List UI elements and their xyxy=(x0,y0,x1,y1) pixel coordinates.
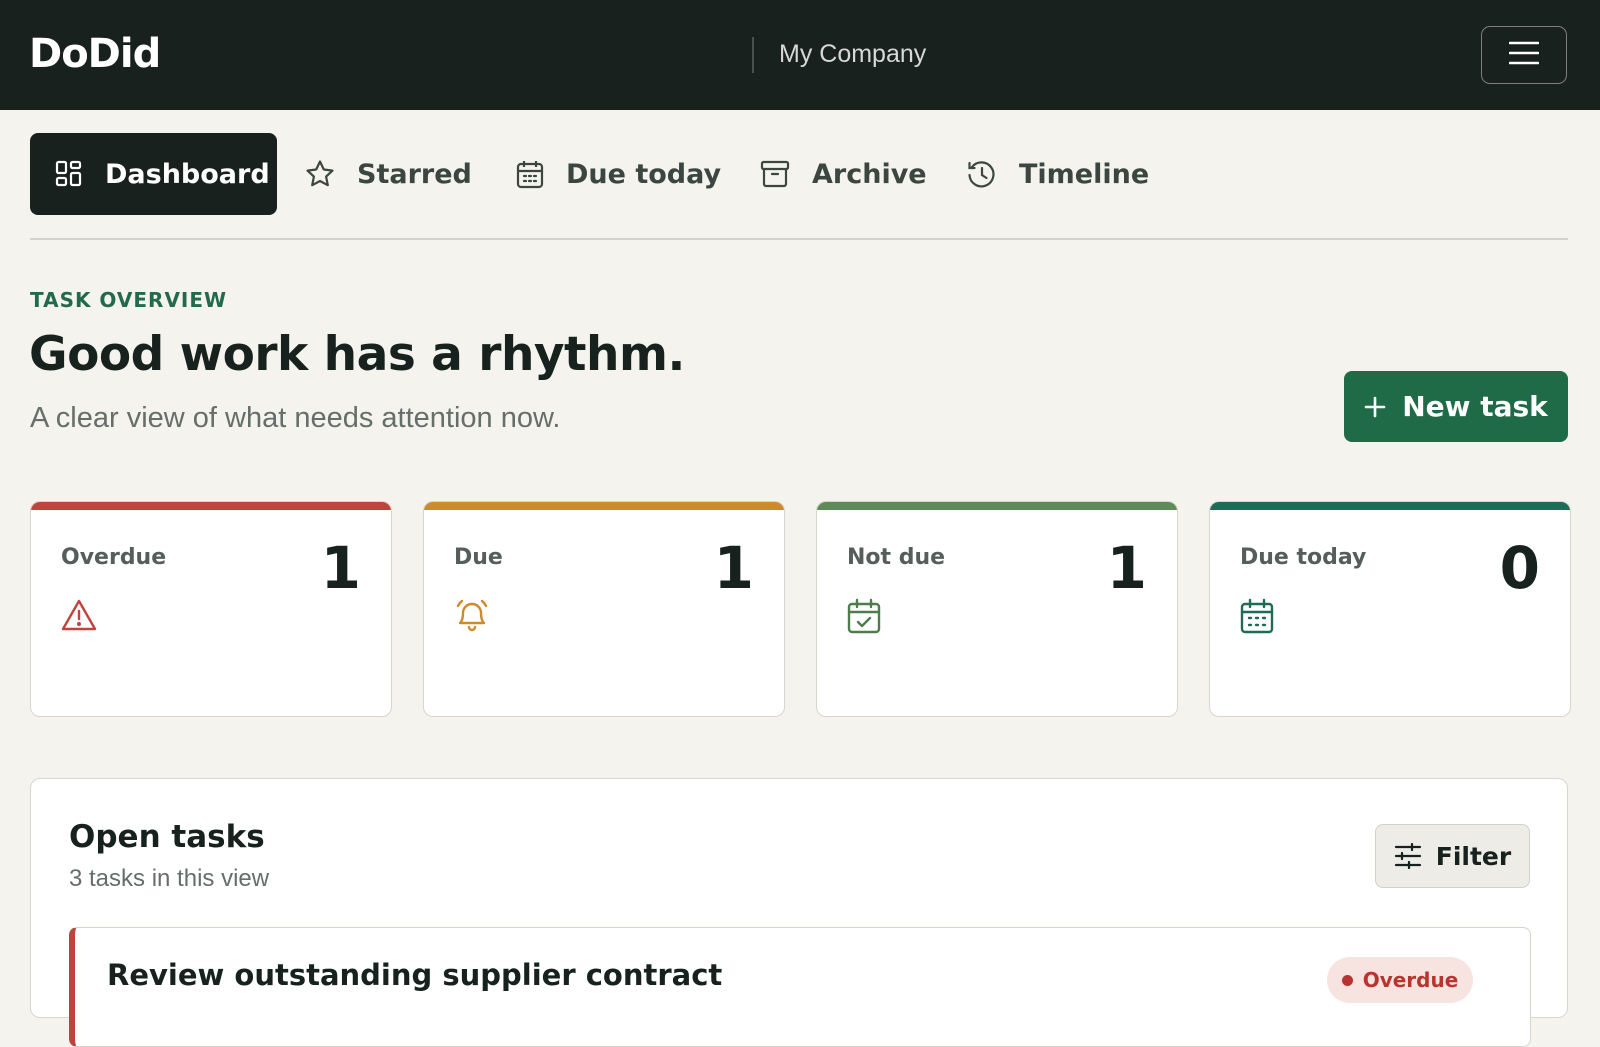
archive-icon xyxy=(760,160,790,188)
tab-divider xyxy=(30,238,1568,240)
tab-timeline[interactable]: Timeline xyxy=(967,133,1149,215)
tab-due-today[interactable]: Due today xyxy=(516,133,721,215)
brand-logo[interactable]: DoDid xyxy=(29,30,161,78)
task-row[interactable]: Review outstanding supplier contract Ove… xyxy=(69,927,1531,1047)
card-accent xyxy=(424,502,784,510)
plus-icon xyxy=(1364,396,1386,418)
tab-label: Archive xyxy=(812,158,927,190)
tab-label: Dashboard xyxy=(105,158,270,190)
tab-archive[interactable]: Archive xyxy=(760,133,927,215)
tab-label: Due today xyxy=(566,158,722,190)
top-bar: DoDid My Company xyxy=(0,0,1600,110)
calendar-icon xyxy=(516,159,544,189)
card-accent xyxy=(31,502,391,510)
stat-card-due-today[interactable]: Due today 0 xyxy=(1209,501,1571,717)
stat-card-due[interactable]: Due 1 xyxy=(423,501,785,717)
menu-button[interactable] xyxy=(1481,26,1567,84)
new-task-label: New task xyxy=(1402,390,1548,423)
stat-label: Overdue xyxy=(61,545,167,570)
panel-subtitle: 3 tasks in this view xyxy=(69,865,270,892)
calendar-check-icon xyxy=(847,598,881,638)
stat-value: 0 xyxy=(1499,534,1540,602)
stat-label: Due xyxy=(454,545,503,570)
grid-icon xyxy=(55,160,83,188)
company-name[interactable]: My Company xyxy=(779,39,926,69)
header-divider xyxy=(752,37,754,73)
stat-label: Not due xyxy=(847,545,946,570)
open-tasks-panel: Open tasks 3 tasks in this view Filter R… xyxy=(30,778,1568,1047)
stat-value: 1 xyxy=(713,534,754,602)
bell-icon xyxy=(454,598,490,638)
alert-triangle-icon xyxy=(61,598,97,636)
page-subtitle: A clear view of what needs attention now… xyxy=(30,402,561,434)
stat-value: 1 xyxy=(320,534,361,602)
star-icon xyxy=(305,159,335,189)
status-label: Overdue xyxy=(1362,968,1459,992)
filter-button[interactable]: Filter xyxy=(1375,824,1530,888)
stat-value: 1 xyxy=(1106,534,1147,602)
filter-label: Filter xyxy=(1435,841,1512,871)
sliders-icon xyxy=(1394,843,1422,869)
tab-label: Timeline xyxy=(1019,158,1150,190)
stat-card-not-due[interactable]: Not due 1 xyxy=(816,501,1178,717)
stat-card-overdue[interactable]: Overdue 1 xyxy=(30,501,392,717)
stat-label: Due today xyxy=(1240,545,1367,570)
card-accent xyxy=(817,502,1177,510)
hamburger-icon xyxy=(1508,41,1540,69)
tab-starred[interactable]: Starred xyxy=(305,133,472,215)
card-accent xyxy=(1210,502,1570,510)
section-eyebrow: TASK OVERVIEW xyxy=(30,288,228,312)
page-title: Good work has a rhythm. xyxy=(29,327,685,382)
status-dot xyxy=(1341,974,1353,986)
new-task-button[interactable]: New task xyxy=(1344,371,1568,442)
calendar-icon xyxy=(1240,598,1274,638)
panel-title: Open tasks xyxy=(69,819,265,855)
tab-label: Starred xyxy=(357,158,472,190)
status-badge: Overdue xyxy=(1327,957,1473,1003)
history-icon xyxy=(967,159,997,189)
tab-dashboard[interactable]: Dashboard xyxy=(30,133,277,215)
task-title: Review outstanding supplier contract xyxy=(107,958,723,992)
